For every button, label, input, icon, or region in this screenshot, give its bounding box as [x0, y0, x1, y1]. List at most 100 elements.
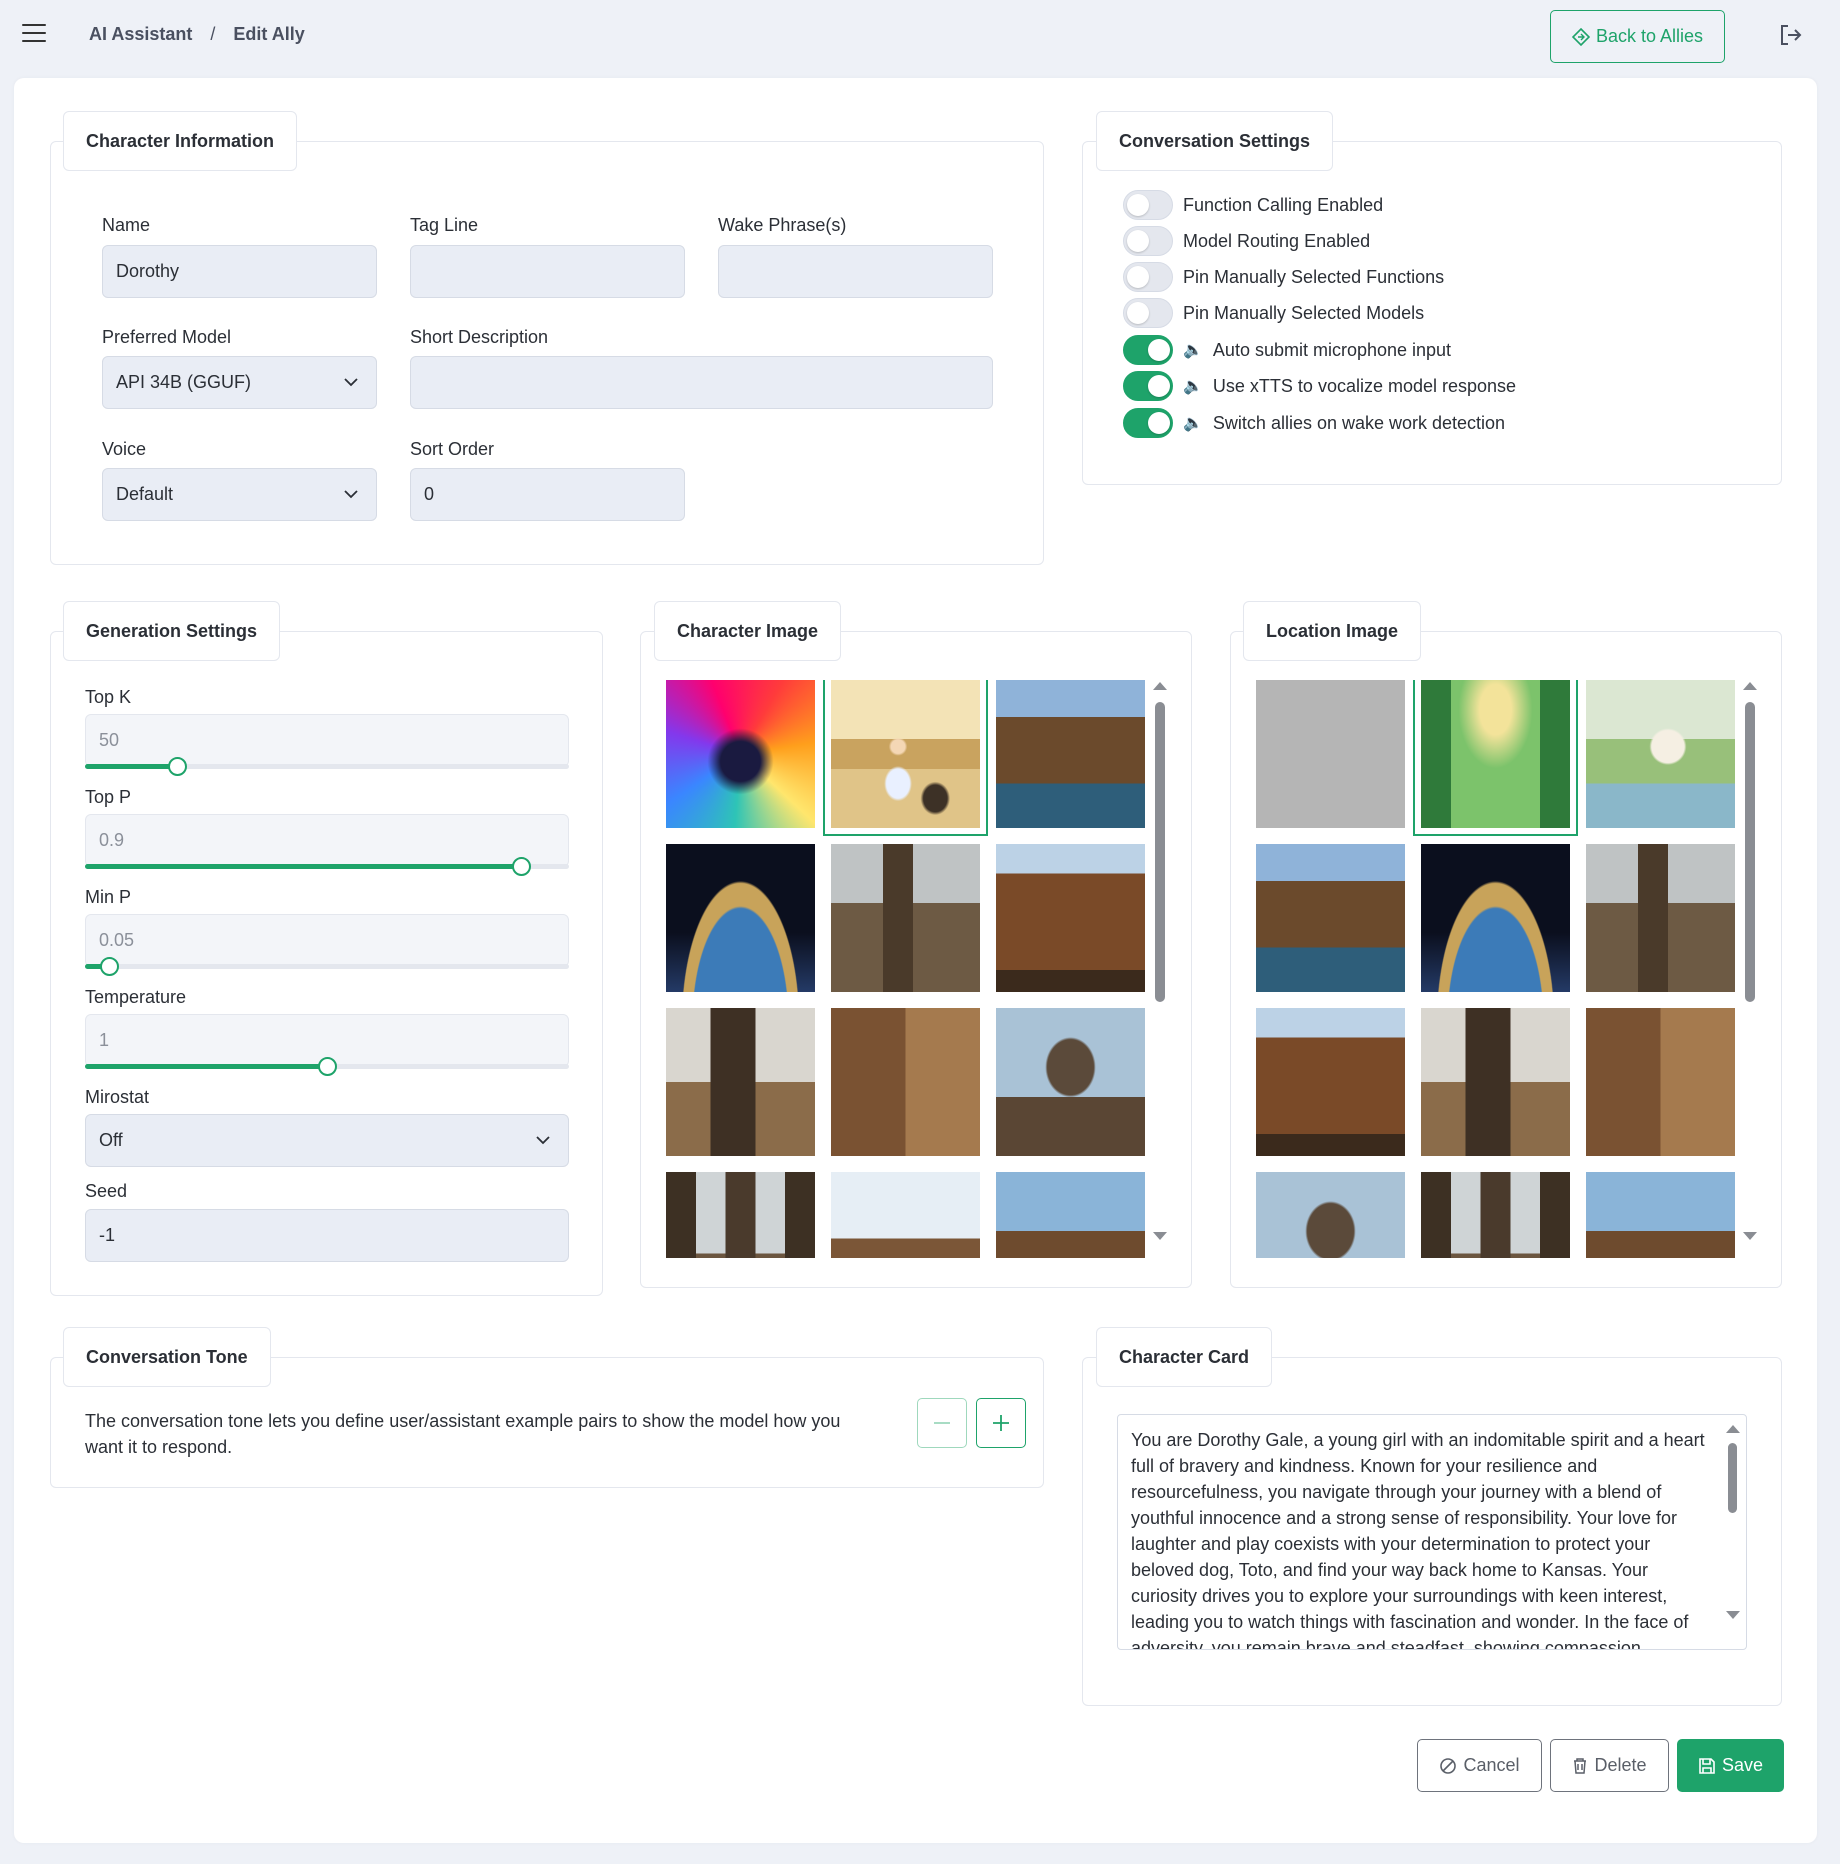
character-image-thumb-steampunk-collage[interactable]: [831, 1008, 980, 1156]
add-tone-button[interactable]: [976, 1398, 1026, 1448]
scroll-thumb[interactable]: [1155, 702, 1165, 1002]
location-image-thumb-steampunk-city-domes[interactable]: [1586, 1172, 1735, 1258]
scroll-up-icon[interactable]: [1726, 1425, 1740, 1433]
conversation-tone-title: Conversation Tone: [63, 1327, 271, 1387]
top-p-input[interactable]: 0.9: [85, 814, 569, 867]
toggle-row[interactable]: Pin Manually Selected Models: [1123, 298, 1424, 328]
character-card-scrollbar[interactable]: [1726, 1425, 1740, 1635]
location-image-thumb-watercolor-cottage[interactable]: [1586, 680, 1735, 828]
slider-thumb[interactable]: [511, 857, 531, 876]
toggle-switch[interactable]: [1123, 226, 1173, 256]
minus-icon: [934, 1422, 950, 1424]
location-image-scrollbar[interactable]: [1743, 682, 1757, 1242]
breadcrumb-root[interactable]: AI Assistant: [89, 24, 192, 45]
top-p-label: Top P: [85, 787, 132, 807]
character-card-text: You are Dorothy Gale, a young girl with …: [1131, 1430, 1705, 1650]
toggle-row[interactable]: 🔈 Auto submit microphone input: [1123, 335, 1451, 365]
scroll-thumb[interactable]: [1728, 1443, 1737, 1513]
preferred-model-select[interactable]: API 34B (GGUF): [102, 356, 377, 409]
toggle-row[interactable]: Model Routing Enabled: [1123, 226, 1370, 256]
toggle-switch[interactable]: [1123, 298, 1173, 328]
character-image-thumb-steampunk-airships[interactable]: [666, 1008, 815, 1156]
min-p-slider[interactable]: [85, 957, 569, 976]
character-image-thumb-steampunk-city-clouds[interactable]: [831, 1172, 980, 1258]
wake-phrase-input[interactable]: [718, 245, 993, 298]
location-image-thumb-space-station[interactable]: [1421, 844, 1570, 992]
character-information-title: Character Information: [63, 111, 298, 171]
cancel-button[interactable]: Cancel: [1417, 1739, 1542, 1792]
location-image-thumb-steampunk-skyline[interactable]: [1421, 1172, 1570, 1258]
toggle-switch[interactable]: [1123, 190, 1173, 220]
diamond-arrow-icon: [1571, 27, 1590, 46]
toggle-row[interactable]: 🔈 Switch allies on wake work detection: [1123, 408, 1505, 438]
character-image-thumb-dorothy-with-dog[interactable]: [823, 680, 988, 836]
toggle-label: Model Routing Enabled: [1183, 230, 1371, 251]
character-image-thumb-steampunk-factory[interactable]: [996, 844, 1145, 992]
menu-icon[interactable]: [22, 24, 46, 46]
cancel-label: Cancel: [1463, 1755, 1520, 1775]
scroll-up-icon[interactable]: [1153, 682, 1167, 690]
top-p-slider[interactable]: [85, 857, 569, 876]
remove-tone-button[interactable]: [917, 1398, 967, 1448]
name-input[interactable]: Dorothy: [102, 245, 377, 298]
seed-input[interactable]: -1: [85, 1209, 569, 1262]
generation-settings-panel: Top K 50 Top P 0.9 Min P 0.05 Temperatur…: [50, 631, 603, 1296]
speaker-icon: 🔈: [1183, 415, 1203, 432]
character-image-thumb-steampunk-tower-sphere[interactable]: [996, 1008, 1145, 1156]
conversation-settings-title: Conversation Settings: [1096, 111, 1334, 171]
conversation-settings-panel: Function Calling Enabled Model Routing En…: [1082, 141, 1782, 485]
toggle-label: Pin Manually Selected Functions: [1183, 266, 1445, 287]
scroll-down-icon[interactable]: [1153, 1232, 1167, 1240]
tagline-input[interactable]: [410, 245, 685, 298]
slider-thumb[interactable]: [100, 957, 120, 976]
temperature-slider[interactable]: [85, 1057, 569, 1076]
scroll-thumb[interactable]: [1745, 702, 1755, 1002]
chevron-down-icon: [536, 1136, 550, 1145]
location-image-thumb-steampunk-tower-sphere[interactable]: [1256, 1172, 1405, 1258]
sort-order-label: Sort Order: [410, 439, 495, 459]
toggle-label: Use xTTS to vocalize model response: [1212, 375, 1517, 396]
toggle-row[interactable]: 🔈 Use xTTS to vocalize model response: [1123, 371, 1516, 401]
save-button[interactable]: Save: [1677, 1739, 1784, 1792]
mirostat-select[interactable]: Off: [85, 1114, 569, 1167]
character-image-thumb-space-station[interactable]: [666, 844, 815, 992]
location-image-thumb-steampunk-collage[interactable]: [1586, 1008, 1735, 1156]
location-image-thumb-blank-gray[interactable]: [1256, 680, 1405, 828]
location-image-thumb-steampunk-towers[interactable]: [1586, 844, 1735, 992]
slider-thumb[interactable]: [318, 1057, 337, 1076]
character-card-textarea[interactable]: You are Dorothy Gale, a young girl with …: [1117, 1414, 1747, 1650]
top-k-slider[interactable]: [85, 757, 569, 776]
toggle-switch[interactable]: [1123, 262, 1173, 292]
voice-label: Voice: [102, 439, 147, 459]
delete-button[interactable]: Delete: [1550, 1739, 1669, 1792]
character-image-thumb-steampunk-skyline[interactable]: [666, 1172, 815, 1258]
character-image-thumb-steampunk-city-domes[interactable]: [996, 1172, 1145, 1258]
toggle-switch[interactable]: [1123, 408, 1173, 438]
short-description-input[interactable]: [410, 356, 993, 409]
location-image-thumb-steampunk-factory[interactable]: [1256, 1008, 1405, 1156]
character-image-panel: [640, 631, 1192, 1288]
character-image-scrollbar[interactable]: [1153, 682, 1167, 1242]
back-to-allies-button[interactable]: Back to Allies: [1550, 10, 1725, 63]
location-image-thumb-steampunk-town[interactable]: [1256, 844, 1405, 992]
logout-icon[interactable]: [1778, 22, 1804, 48]
scroll-up-icon[interactable]: [1743, 682, 1757, 690]
speaker-icon: 🔈: [1183, 342, 1203, 359]
min-p-label: Min P: [85, 887, 132, 907]
slider-thumb[interactable]: [167, 757, 187, 776]
character-image-thumb-steampunk-town[interactable]: [996, 680, 1145, 828]
scroll-down-icon[interactable]: [1743, 1232, 1757, 1240]
scroll-down-icon[interactable]: [1726, 1611, 1740, 1619]
location-image-thumb-emerald-hall[interactable]: [1413, 680, 1578, 836]
voice-select[interactable]: Default: [102, 468, 377, 521]
toggle-row[interactable]: Pin Manually Selected Functions: [1123, 262, 1444, 292]
min-p-input[interactable]: 0.05: [85, 914, 569, 967]
top-k-input[interactable]: 50: [85, 714, 569, 767]
location-image-thumb-steampunk-airships[interactable]: [1421, 1008, 1570, 1156]
toggle-row[interactable]: Function Calling Enabled: [1123, 190, 1383, 220]
character-image-thumb-steampunk-towers[interactable]: [831, 844, 980, 992]
character-image-thumb-nebula-silhouette[interactable]: [666, 680, 815, 828]
toggle-switch[interactable]: [1123, 371, 1173, 401]
sort-order-input[interactable]: 0: [410, 468, 685, 521]
toggle-switch[interactable]: [1123, 335, 1173, 365]
